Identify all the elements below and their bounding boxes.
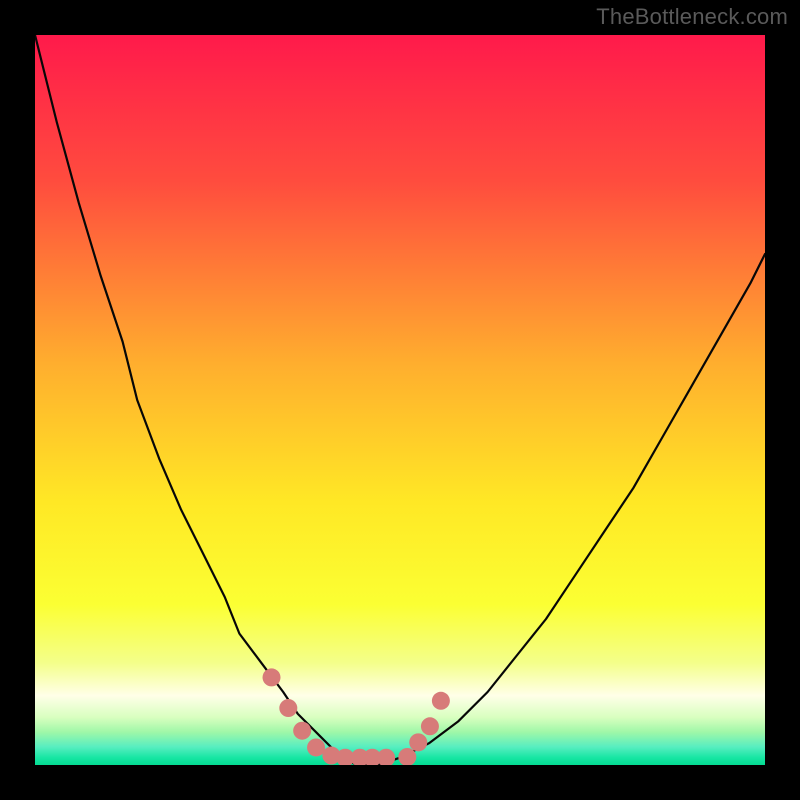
bottleneck-curve	[35, 35, 765, 765]
curve-markers	[263, 668, 450, 765]
curve-layer	[35, 35, 765, 765]
curve-marker	[279, 699, 297, 717]
watermark-text: TheBottleneck.com	[596, 4, 788, 30]
curve-marker	[377, 749, 395, 765]
curve-marker	[293, 722, 311, 740]
plot-area	[35, 35, 765, 765]
curve-marker	[307, 738, 325, 756]
curve-marker	[263, 668, 281, 686]
curve-marker	[421, 717, 439, 735]
curve-marker	[432, 692, 450, 710]
curve-marker	[409, 733, 427, 751]
chart-frame: TheBottleneck.com	[0, 0, 800, 800]
